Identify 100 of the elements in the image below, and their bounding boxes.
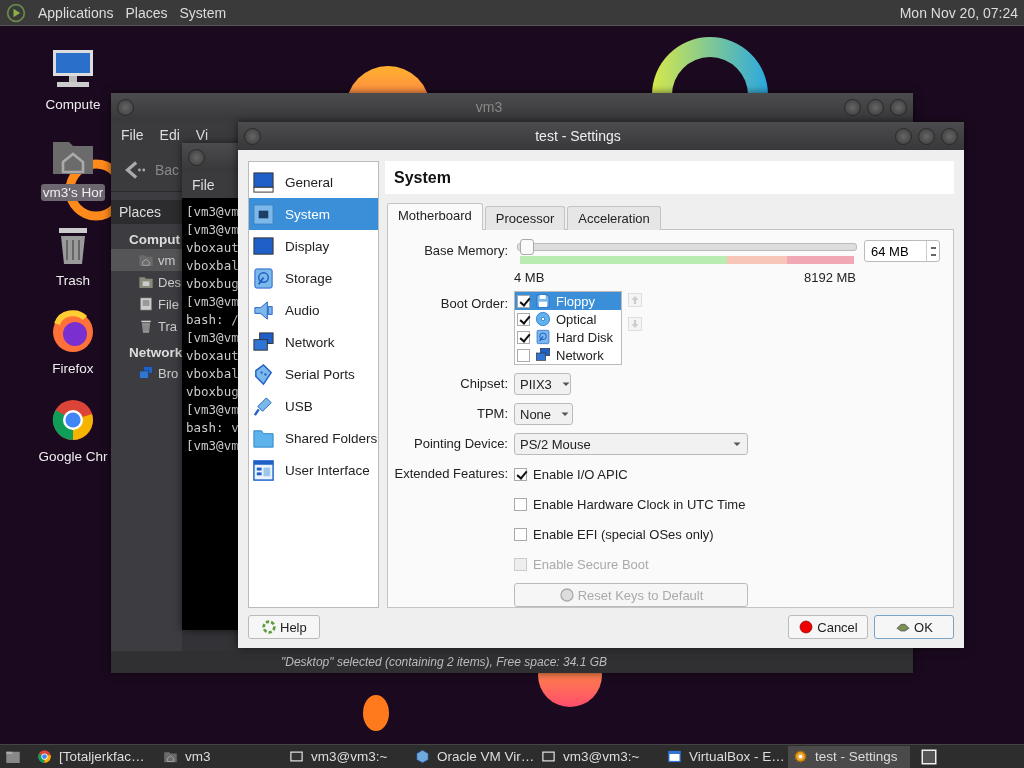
checkbox[interactable]	[514, 497, 527, 511]
category-item[interactable]: Display	[249, 230, 378, 262]
checkbox[interactable]	[517, 348, 530, 362]
min-label: 4 MB	[514, 270, 545, 285]
sidebar-item[interactable]: File	[111, 293, 182, 315]
terminal-line: [vm3@vm	[186, 221, 239, 239]
dropdown[interactable]: PIIX3	[514, 373, 571, 395]
checkbox[interactable]	[517, 312, 530, 326]
dropdown[interactable]: None	[514, 403, 573, 425]
window-button[interactable]	[895, 127, 912, 145]
category-item[interactable]: General	[249, 166, 378, 198]
checkbox-label: Enable Hardware Clock in UTC Time	[533, 496, 746, 512]
sidebar-item[interactable]: vm	[111, 249, 182, 271]
desktop-icon-label[interactable]: Google Chr	[36, 448, 110, 465]
dropdown[interactable]: PS/2 Mouse	[514, 433, 748, 455]
help-button[interactable]: Help	[248, 615, 320, 639]
category-item[interactable]: Storage	[249, 262, 378, 294]
menu-logo-icon[interactable]	[6, 2, 26, 23]
panel-menu[interactable]: System	[179, 4, 227, 21]
category-item[interactable]: Serial Ports	[249, 358, 378, 390]
sidebar-title: Places	[111, 200, 182, 224]
speaker-icon	[252, 298, 275, 322]
terminal-line: vboxbug	[186, 275, 239, 293]
boot-item[interactable]: Optical	[515, 310, 621, 328]
network-icon	[535, 347, 551, 363]
clock[interactable]: Mon Nov 20, 07:24	[899, 4, 1024, 21]
page-header: System	[385, 161, 954, 194]
category-item[interactable]: USB	[249, 390, 378, 422]
field-label: TPM:	[475, 405, 508, 423]
menu-item[interactable]: File	[192, 176, 215, 193]
slider-thumb[interactable]	[520, 239, 535, 255]
move-up-icon[interactable]	[628, 293, 642, 307]
window-button[interactable]	[890, 98, 907, 116]
optical-disc-icon	[535, 311, 551, 327]
taskbar-button[interactable]: vm3@vm3:~	[536, 745, 658, 768]
checkbox-label: Enable Secure Boot	[533, 556, 649, 572]
category-item[interactable]: Shared Folders	[249, 422, 378, 454]
terminal-icon	[289, 749, 304, 764]
terminal-line: bash: /	[186, 311, 239, 329]
panel-menu[interactable]: Places	[125, 4, 168, 21]
window-button[interactable]	[244, 127, 261, 145]
menu-item[interactable]: File	[121, 127, 144, 143]
category-item[interactable]: Audio	[249, 294, 378, 326]
move-down-icon[interactable]	[628, 317, 642, 331]
checkbox-label: Enable EFI (special OSes only)	[533, 526, 714, 542]
window-title: vm3	[474, 99, 504, 115]
window-title: test - Settings	[534, 128, 622, 144]
window-button[interactable]	[117, 98, 134, 116]
desktop-icon-label[interactable]: Compute	[43, 96, 103, 113]
field-label: Base Memory:	[423, 242, 508, 260]
taskbar-button[interactable]: test - Settings	[788, 745, 910, 768]
field-label: Pointing Device:	[413, 435, 508, 453]
terminal-line: vboxaut	[186, 347, 239, 365]
desktop-icon-label[interactable]: vm3's Hor	[40, 184, 106, 201]
boot-item[interactable]: Hard Disk	[515, 328, 621, 346]
menu-item[interactable]: Edi	[159, 127, 180, 143]
section-heading: Network	[128, 344, 182, 362]
desktop-icon-label[interactable]: Firefox	[50, 360, 96, 377]
window-button[interactable]	[941, 127, 958, 145]
sidebar-item[interactable]: Des	[111, 271, 182, 293]
network-icon	[252, 330, 275, 354]
panel-menu[interactable]: Applications	[38, 4, 114, 21]
ok-button[interactable]: OK	[874, 615, 954, 639]
monitor-icon	[252, 170, 275, 194]
sidebar-item[interactable]: Bro	[111, 362, 182, 384]
workspace-icon[interactable]	[920, 747, 938, 766]
memory-spinbox[interactable]: 64 MB	[864, 240, 940, 262]
lifebuoy-icon	[261, 619, 277, 635]
desktop-icon-label[interactable]: Trash	[54, 272, 92, 289]
category-item[interactable]: User Interface	[249, 454, 378, 486]
taskbar-button[interactable]: vm3@vm3:~	[284, 745, 406, 768]
window-button[interactable]	[867, 98, 884, 116]
checkbox[interactable]	[517, 330, 530, 344]
tab[interactable]: Motherboard	[387, 203, 483, 230]
terminal-line: vboxaut	[186, 239, 239, 257]
chip-icon	[252, 202, 275, 226]
boot-item[interactable]: Network	[515, 346, 621, 364]
network-icon	[138, 365, 154, 381]
menu-item[interactable]: Vi	[195, 127, 208, 143]
window-button[interactable]	[918, 127, 935, 145]
tab[interactable]: Processor	[484, 206, 566, 230]
taskbar-button[interactable]: vm3	[158, 745, 280, 768]
taskbar-button[interactable]: Oracle VM Vir…	[410, 745, 532, 768]
taskbar-button[interactable]: [Totaljerkfac…	[32, 745, 154, 768]
checkbox[interactable]	[514, 527, 527, 541]
window-button[interactable]	[844, 98, 861, 116]
sidebar-item[interactable]: Tra	[111, 315, 182, 337]
category-item[interactable]: Network	[249, 326, 378, 358]
field-label: Boot Order:	[439, 295, 508, 313]
window-button[interactable]	[188, 148, 205, 166]
taskbar-button[interactable]: VirtualBox - E…	[662, 745, 784, 768]
spin-arrows-icon[interactable]	[926, 241, 939, 261]
tab[interactable]: Acceleration	[567, 206, 661, 230]
terminal-line: [vm3@vm	[186, 293, 239, 311]
cube-icon	[415, 749, 430, 764]
checkbox[interactable]	[517, 294, 530, 308]
cancel-button[interactable]: Cancel	[788, 615, 868, 639]
checkbox[interactable]	[514, 467, 527, 481]
circle-browser-icon	[37, 749, 52, 764]
terminal-line: vboxbug	[186, 383, 239, 401]
